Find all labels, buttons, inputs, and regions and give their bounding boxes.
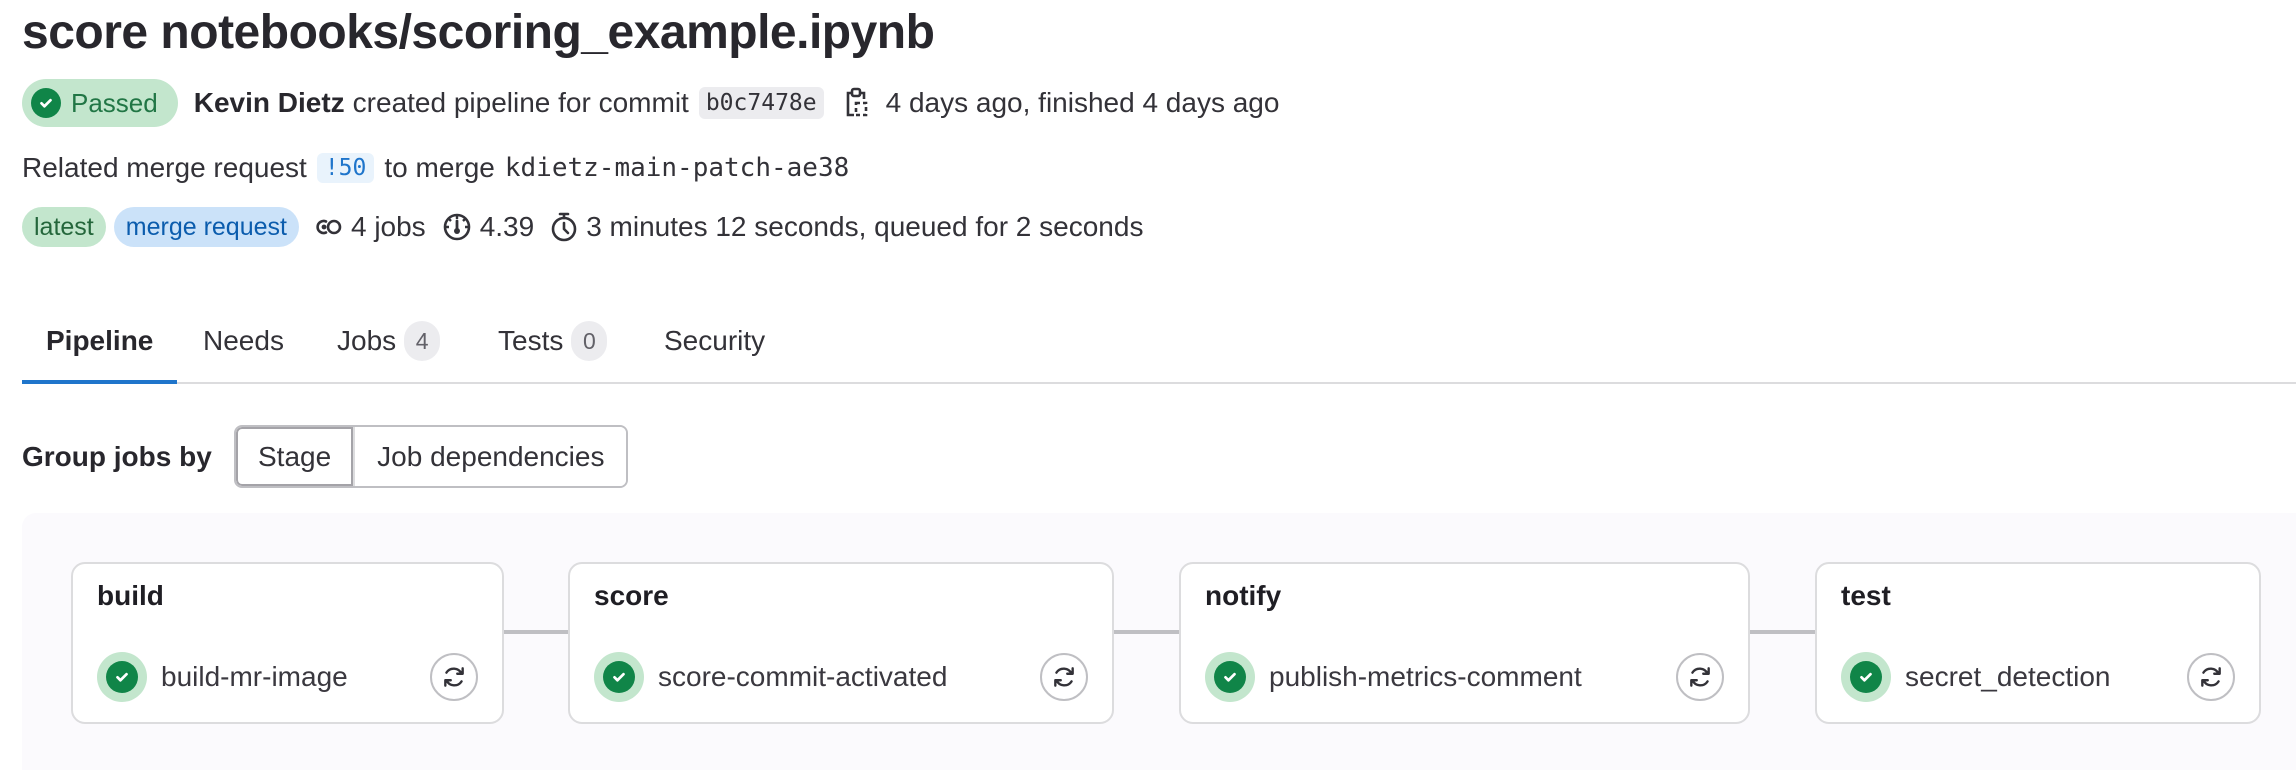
stage-column-score: score score-commit-activated — [568, 562, 1114, 724]
tab-needs-label: Needs — [203, 325, 284, 356]
group-by-job-dependencies-button[interactable]: Job dependencies — [353, 427, 627, 486]
tab-tests[interactable]: Tests 0 — [498, 300, 608, 382]
created-text: created pipeline for commit — [352, 87, 689, 118]
clipboard-copy-icon — [846, 87, 867, 117]
stage-connector — [1748, 630, 1815, 634]
related-prefix: Related merge request — [22, 152, 307, 183]
retry-icon — [1054, 667, 1074, 687]
stage-title: build — [97, 580, 164, 611]
merge-text: to merge — [384, 152, 495, 183]
retry-job-button[interactable] — [1040, 653, 1088, 701]
tab-tests-label: Tests — [498, 325, 564, 356]
group-jobs-by-label: Group jobs by — [22, 440, 212, 472]
tab-needs[interactable]: Needs — [203, 300, 284, 382]
status-badge[interactable]: Passed — [22, 79, 178, 127]
tab-jobs-label: Jobs — [337, 325, 397, 356]
jobs-count-label: 4 jobs — [350, 211, 426, 242]
jobs-count: 4 jobs — [315, 211, 426, 243]
status-label: Passed — [71, 87, 158, 118]
job-item[interactable]: publish-metrics-comment — [1205, 652, 1724, 702]
group-by-stage-button[interactable]: Stage — [236, 427, 354, 486]
tab-security[interactable]: Security — [664, 300, 765, 382]
stage-connector — [1112, 630, 1179, 634]
group-jobs-by: Group jobs by Stage Job dependencies — [22, 425, 629, 488]
retry-icon — [444, 667, 464, 687]
tab-pipeline-label: Pipeline — [46, 325, 154, 356]
job-item[interactable]: secret_detection — [1841, 652, 2235, 702]
stage-column-notify: notify publish-metrics-comment — [1179, 562, 1750, 724]
tab-pipeline[interactable]: Pipeline — [22, 300, 178, 384]
job-item[interactable]: build-mr-image — [97, 652, 478, 702]
stage-title: score — [594, 580, 669, 611]
page-title: score notebooks/scoring_example.ipynb — [22, 6, 935, 59]
pipeline-duration: 3 minutes 12 seconds, queued for 2 secon… — [550, 211, 1143, 243]
retry-job-button[interactable] — [1676, 653, 1724, 701]
tab-jobs[interactable]: Jobs 4 — [337, 300, 441, 382]
compute-minutes: 4.39 — [442, 211, 535, 243]
job-status-success-icon[interactable] — [1205, 652, 1255, 702]
copy-commit-sha-button[interactable] — [842, 86, 870, 120]
retry-icon — [1690, 667, 1710, 687]
job-status-success-icon[interactable] — [594, 652, 644, 702]
compute-minutes-label: 4.39 — [479, 211, 535, 242]
gauge-icon — [443, 213, 470, 241]
group-by-toggle: Stage Job dependencies — [234, 425, 629, 488]
job-name[interactable]: score-commit-activated — [658, 661, 947, 693]
author-link[interactable]: Kevin Dietz — [194, 87, 345, 119]
timer-icon — [551, 212, 577, 242]
job-name[interactable]: secret_detection — [1905, 661, 2110, 693]
stage-title: notify — [1205, 580, 1282, 611]
job-item[interactable]: score-commit-activated — [594, 652, 1088, 702]
tab-security-label: Security — [664, 325, 766, 356]
job-name[interactable]: build-mr-image — [161, 661, 348, 693]
tests-count-badge: 0 — [571, 321, 608, 361]
pipeline-summary: Passed Kevin Dietz created pipeline for … — [22, 79, 1279, 127]
status-success-icon — [31, 88, 61, 118]
retry-icon — [2201, 667, 2221, 687]
retry-job-button[interactable] — [430, 653, 478, 701]
pipeline-graph: build build-mr-image score score-commit-… — [22, 513, 2296, 770]
duration-label: 3 minutes 12 seconds, queued for 2 secon… — [586, 211, 1144, 242]
job-status-success-icon[interactable] — [1841, 652, 1891, 702]
pipeline-tabs: Pipeline Needs Jobs 4 Tests 0 Security — [22, 300, 2296, 384]
jobs-count-badge: 4 — [404, 321, 441, 361]
merge-request-badge: merge request — [113, 207, 299, 247]
source-branch[interactable]: kdietz-main-patch-ae38 — [505, 153, 849, 183]
pipeline-icon — [316, 219, 342, 235]
related-merge-request: Related merge request !50 to merge kdiet… — [22, 148, 849, 188]
job-name[interactable]: publish-metrics-comment — [1269, 661, 1582, 693]
stage-column-build: build build-mr-image — [71, 562, 504, 724]
latest-badge: latest — [22, 207, 106, 247]
pipeline-time: 4 days ago, finished 4 days ago — [885, 87, 1280, 118]
pipeline-meta: latest merge request 4 jobs 4.39 3 minut… — [22, 207, 1143, 247]
stage-column-test: test secret_detection — [1815, 562, 2261, 724]
job-status-success-icon[interactable] — [97, 652, 147, 702]
stage-connector — [502, 630, 568, 634]
merge-request-link[interactable]: !50 — [316, 153, 375, 183]
stage-title: test — [1841, 580, 1891, 611]
retry-job-button[interactable] — [2187, 653, 2235, 701]
commit-sha-link[interactable]: b0c7478e — [698, 87, 824, 119]
